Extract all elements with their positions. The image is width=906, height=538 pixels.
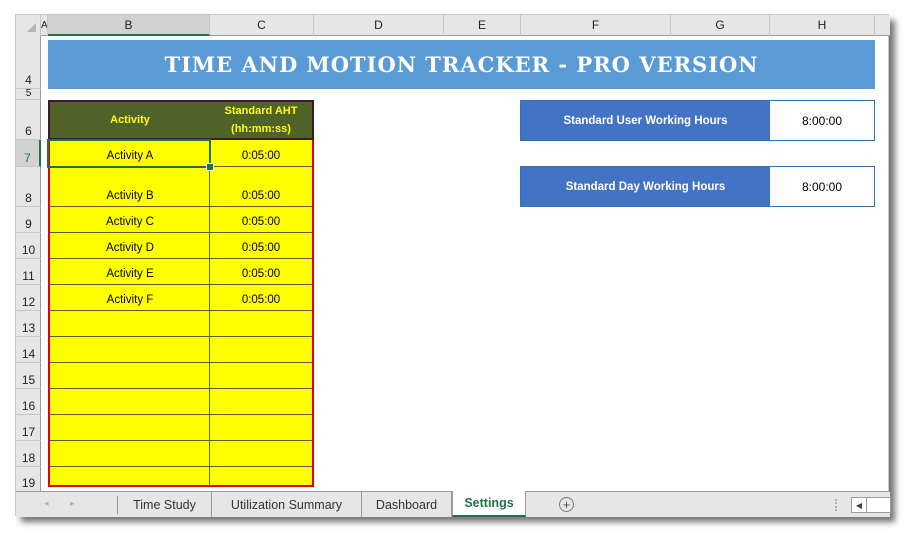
user-hours-label: Standard User Working Hours bbox=[521, 101, 770, 140]
title-banner: Time and Motion Tracker - Pro Version bbox=[48, 40, 875, 89]
row-header-8[interactable]: 8 bbox=[16, 167, 41, 207]
activity-cell[interactable] bbox=[50, 467, 210, 485]
row-header-9[interactable]: 9 bbox=[16, 207, 41, 233]
tab-utilization-summary[interactable]: Utilization Summary bbox=[212, 492, 362, 517]
row-header-5[interactable]: 5 bbox=[16, 89, 41, 100]
excel-window: A B C D E F G H 4 5 6 7 8 9 10 11 12 13 … bbox=[15, 14, 891, 517]
activity-cell[interactable] bbox=[50, 441, 210, 467]
row-header-13[interactable]: 13 bbox=[16, 311, 41, 337]
column-header-g[interactable]: G bbox=[671, 15, 770, 36]
day-hours-value[interactable]: 8:00:00 bbox=[770, 167, 874, 206]
aht-cell[interactable] bbox=[210, 467, 312, 485]
aht-cell[interactable]: 0:05:00 bbox=[210, 259, 312, 285]
activity-header: Activity bbox=[110, 114, 150, 126]
aht-cell[interactable] bbox=[210, 363, 312, 389]
activity-cell[interactable]: Activity D bbox=[50, 233, 210, 259]
aht-cell[interactable]: 0:05:00 bbox=[210, 167, 312, 207]
aht-cell[interactable] bbox=[210, 337, 312, 363]
column-header-c[interactable]: C bbox=[210, 15, 314, 36]
activity-cell[interactable]: Activity C bbox=[50, 207, 210, 233]
aht-header: Standard AHT (hh:mm:ss) bbox=[210, 102, 312, 138]
aht-header-line2: (hh:mm:ss) bbox=[231, 123, 291, 135]
select-all-triangle-icon bbox=[27, 23, 36, 32]
standard-day-working-hours: Standard Day Working Hours 8:00:00 bbox=[520, 166, 875, 207]
column-header-f[interactable]: F bbox=[521, 15, 671, 36]
activity-cell[interactable] bbox=[50, 311, 210, 337]
tab-settings[interactable]: Settings bbox=[452, 491, 526, 517]
activity-cell[interactable]: Activity A bbox=[50, 140, 210, 167]
row-header-6[interactable]: 6 bbox=[16, 100, 41, 140]
select-all-button[interactable] bbox=[16, 15, 41, 36]
scroll-left-icon[interactable]: ◀ bbox=[852, 498, 867, 512]
tab-time-study[interactable]: Time Study bbox=[118, 492, 212, 517]
activity-cell[interactable] bbox=[50, 337, 210, 363]
column-header-e[interactable]: E bbox=[444, 15, 521, 36]
aht-cell[interactable] bbox=[210, 441, 312, 467]
standard-user-working-hours: Standard User Working Hours 8:00:00 bbox=[520, 100, 875, 141]
row-header-4[interactable]: 4 bbox=[16, 36, 41, 89]
aht-cell[interactable] bbox=[210, 389, 312, 415]
aht-cell[interactable]: 0:05:00 bbox=[210, 233, 312, 259]
activity-cell[interactable]: Activity E bbox=[50, 259, 210, 285]
row-header-16[interactable]: 16 bbox=[16, 389, 41, 415]
user-hours-value[interactable]: 8:00:00 bbox=[770, 101, 874, 140]
column-header-b[interactable]: B bbox=[48, 15, 210, 36]
activity-cell[interactable]: Activity B bbox=[50, 167, 210, 207]
column-header-h[interactable]: H bbox=[770, 15, 875, 36]
plus-icon: + bbox=[562, 497, 571, 512]
add-sheet-button[interactable]: + bbox=[559, 497, 574, 512]
activity-table: Activity A 0:05:00 Activity B 0:05:00 Ac… bbox=[48, 100, 314, 487]
aht-header-line1: Standard AHT bbox=[224, 105, 298, 117]
column-header-d[interactable]: D bbox=[314, 15, 444, 36]
row-header-11[interactable]: 11 bbox=[16, 259, 41, 285]
column-header-a[interactable]: A bbox=[41, 15, 48, 36]
sheet-tab-bar: ◂ ▸ Time Study Utilization Summary Dashb… bbox=[16, 491, 891, 517]
row-header-18[interactable]: 18 bbox=[16, 441, 41, 467]
activity-cell[interactable] bbox=[50, 415, 210, 441]
aht-cell[interactable] bbox=[210, 415, 312, 441]
aht-cell[interactable]: 0:05:00 bbox=[210, 207, 312, 233]
tab-dashboard[interactable]: Dashboard bbox=[362, 492, 452, 517]
row-header-15[interactable]: 15 bbox=[16, 363, 41, 389]
day-hours-label: Standard Day Working Hours bbox=[521, 167, 770, 206]
row-header-12[interactable]: 12 bbox=[16, 285, 41, 311]
splitter-handle[interactable] bbox=[835, 499, 837, 511]
prev-sheet-icon[interactable]: ◂ bbox=[44, 498, 49, 509]
row-header-14[interactable]: 14 bbox=[16, 337, 41, 363]
aht-cell[interactable] bbox=[210, 311, 312, 337]
activity-cell[interactable] bbox=[50, 389, 210, 415]
row-header-17[interactable]: 17 bbox=[16, 415, 41, 441]
row-header-10[interactable]: 10 bbox=[16, 233, 41, 259]
activity-cell[interactable] bbox=[50, 363, 210, 389]
next-sheet-icon[interactable]: ▸ bbox=[70, 498, 75, 509]
activity-table-header: Activity Standard AHT (hh:mm:ss) bbox=[48, 100, 314, 140]
fill-handle[interactable] bbox=[206, 163, 214, 171]
activity-cell[interactable]: Activity F bbox=[50, 285, 210, 311]
row-header-19[interactable]: 19 bbox=[16, 467, 41, 491]
row-header-7[interactable]: 7 bbox=[16, 140, 41, 167]
aht-cell[interactable]: 0:05:00 bbox=[210, 285, 312, 311]
aht-cell[interactable]: 0:05:00 bbox=[210, 140, 312, 167]
horizontal-scrollbar[interactable]: ◀ bbox=[851, 497, 891, 513]
